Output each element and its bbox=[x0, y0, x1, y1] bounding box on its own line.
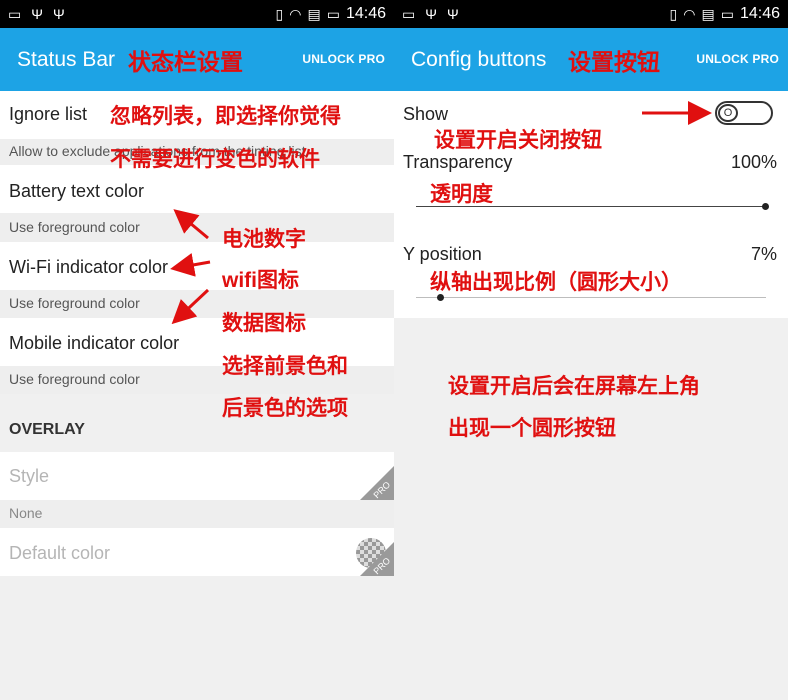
sim-signal-icon: ▤ bbox=[307, 6, 321, 22]
unlock-pro-button[interactable]: UNLOCK PRO bbox=[302, 52, 385, 66]
app-bar: Status Bar 状态栏设置 UNLOCK PRO bbox=[0, 28, 394, 91]
annotation-battery: 电池数字 bbox=[222, 228, 306, 251]
y-position-label: Y position bbox=[403, 244, 482, 264]
annotation-transparency: 透明度 bbox=[430, 183, 493, 206]
annotation-wifi: wifi图标 bbox=[222, 269, 299, 292]
transparency-label: Transparency bbox=[403, 152, 513, 172]
usb-icon: Ψ bbox=[52, 6, 65, 22]
annotation-ypos: 纵轴出现比例（圆形大小） bbox=[430, 271, 682, 294]
annotation-choose-line2: 后景色的选项 bbox=[222, 397, 348, 420]
battery-icon: ▭ bbox=[326, 6, 340, 22]
show-toggle[interactable]: O bbox=[715, 101, 773, 125]
annotation-show: 设置开启关闭按钮 bbox=[434, 129, 602, 152]
title-annotation: 设置按钮 bbox=[568, 49, 660, 75]
overlay-section-header: OVERLAY bbox=[9, 421, 85, 438]
notification-icons: ▭ Ψ Ψ bbox=[8, 7, 65, 21]
vibrate-icon: ▯ bbox=[275, 6, 284, 22]
wifi-summary: Use foreground color bbox=[0, 290, 394, 318]
style-item[interactable]: Style PRO bbox=[0, 452, 394, 500]
item-title: Ignore list bbox=[9, 104, 88, 124]
config-buttons-screen: ▭ Ψ Ψ ▯ ◠ ▤ ▭ 14:46 Config buttons 设置按钮 … bbox=[394, 0, 788, 700]
annotation-mobile: 数据图标 bbox=[222, 312, 306, 335]
system-status-bar: ▭ Ψ Ψ ▯ ◠ ▤ ▭ 14:46 bbox=[0, 0, 394, 28]
annotation-choose-line1: 选择前景色和 bbox=[222, 355, 348, 378]
item-title: Wi-Fi indicator color bbox=[9, 257, 169, 277]
item-title: Default color bbox=[9, 543, 111, 563]
show-label: Show bbox=[403, 104, 449, 124]
app-bar: Config buttons 设置按钮 UNLOCK PRO bbox=[394, 28, 788, 91]
app-title: Status Bar bbox=[17, 48, 116, 71]
wifi-indicator-color-item[interactable]: Wi-Fi indicator color bbox=[0, 242, 394, 290]
y-position-value: 7% bbox=[750, 244, 777, 264]
item-subtitle: Use foreground color bbox=[9, 219, 140, 235]
image-notification-icon: ▭ bbox=[402, 6, 416, 22]
battery-summary: Use foreground color bbox=[0, 213, 394, 242]
sim-signal-icon: ▤ bbox=[701, 6, 715, 22]
title-annotation: 状态栏设置 bbox=[128, 49, 243, 75]
system-status-bar: ▭ Ψ Ψ ▯ ◠ ▤ ▭ 14:46 bbox=[394, 0, 788, 28]
notification-icons: ▭ Ψ Ψ bbox=[402, 7, 459, 21]
item-subtitle: Use foreground color bbox=[9, 371, 140, 387]
usb-icon: Ψ bbox=[31, 6, 43, 22]
item-title: Mobile indicator color bbox=[9, 333, 180, 353]
annotation-bottom-line1: 设置开启后会在屏幕左上角 bbox=[448, 375, 700, 398]
system-icons: ▯ ◠ ▤ ▭ 14:46 bbox=[670, 0, 780, 28]
transparency-slider-thumb[interactable] bbox=[762, 203, 769, 210]
pro-badge: PRO bbox=[360, 466, 394, 500]
image-notification-icon: ▭ bbox=[8, 6, 22, 22]
y-position-slider-track[interactable] bbox=[416, 297, 766, 298]
style-summary: None bbox=[0, 500, 394, 528]
item-subtitle: Use foreground color bbox=[9, 295, 140, 311]
item-title: Battery text color bbox=[9, 181, 145, 201]
system-icons: ▯ ◠ ▤ ▭ 14:46 bbox=[276, 0, 386, 28]
battery-icon: ▭ bbox=[720, 6, 734, 22]
wifi-icon: ◠ bbox=[683, 6, 696, 22]
clock: 14:46 bbox=[739, 5, 780, 22]
usb-icon: Ψ bbox=[425, 6, 437, 22]
vibrate-icon: ▯ bbox=[669, 6, 678, 22]
pro-badge: PRO bbox=[360, 542, 394, 576]
toggle-knob: O bbox=[718, 104, 738, 122]
transparency-value: 100% bbox=[730, 152, 777, 172]
clock: 14:46 bbox=[345, 5, 386, 22]
annotation-ignore-line1: 忽略列表，即选择你觉得 bbox=[110, 105, 341, 128]
annotation-ignore-line2: 不需要进行变色的软件 bbox=[110, 148, 320, 171]
wifi-icon: ◠ bbox=[289, 6, 302, 22]
item-title: Style bbox=[9, 466, 50, 486]
unlock-pro-button[interactable]: UNLOCK PRO bbox=[696, 52, 779, 66]
app-title: Config buttons bbox=[411, 48, 547, 71]
annotation-bottom-line2: 出现一个圆形按钮 bbox=[448, 417, 616, 440]
default-color-item[interactable]: Default color PRO bbox=[0, 528, 394, 576]
status-bar-settings-screen: ▭ Ψ Ψ ▯ ◠ ▤ ▭ 14:46 Status Bar 状态栏设置 UNL… bbox=[0, 0, 394, 700]
usb-icon: Ψ bbox=[446, 6, 459, 22]
item-subtitle: None bbox=[9, 505, 43, 521]
